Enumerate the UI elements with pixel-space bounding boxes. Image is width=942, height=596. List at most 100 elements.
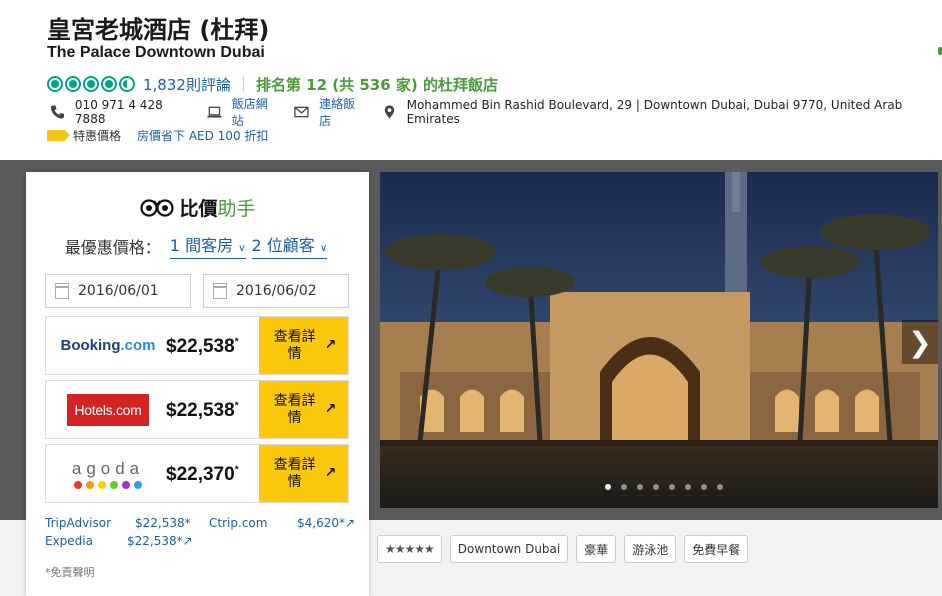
view-deal-button[interactable]: 查看詳情 ↗ — [259, 445, 348, 502]
view-deal-label: 查看詳情 — [273, 328, 316, 362]
website-item[interactable]: 飯店網站 — [207, 95, 276, 129]
contact-item[interactable]: 連絡飯店 — [294, 95, 363, 129]
external-arrow-icon: ↗ — [345, 516, 356, 530]
next-photo-button[interactable]: ❯ — [902, 320, 938, 364]
more-offer-price-value[interactable]: $22,538* — [127, 534, 183, 550]
widget-brand-a: 比價 — [179, 197, 218, 220]
pager-dot[interactable] — [717, 484, 723, 490]
guests-value: 2 位顧客 — [251, 236, 315, 255]
rating-bubble-icon — [47, 76, 63, 92]
star-rating-icon: ★★★★★ — [385, 542, 435, 556]
disclaimer-link[interactable]: *免責聲明 — [45, 564, 95, 580]
view-deal-button[interactable]: 查看詳情 ↗ — [259, 317, 348, 374]
best-price-row: 最優惠價格： 1 間客房 ∨ 2 位顧客 ∨ — [26, 232, 369, 259]
checkin-date-field[interactable]: 2016/06/01 — [45, 274, 191, 308]
hotels-logo: Hotels.com — [58, 391, 158, 428]
ranking-link[interactable]: 排名第 12 (共 536 家) 的杜拜飯店 — [256, 74, 498, 95]
hotel-name-en: The Palace Downtown Dubai — [47, 44, 265, 61]
view-deal-label: 查看詳情 — [273, 392, 316, 426]
contact-link[interactable]: 連絡飯店 — [319, 95, 364, 129]
more-offer-price[interactable]: $4,620* ↗ — [297, 516, 355, 532]
map-pin-icon — [384, 105, 394, 119]
checkin-date: 2016/06/01 — [78, 283, 159, 299]
contact-row: 010 971 4 428 7888 飯店網站 連絡飯店 Mohammed Bi… — [50, 97, 942, 128]
deal-label: 特惠價格 — [73, 128, 122, 143]
more-offer-price[interactable]: $22,538* — [135, 516, 191, 532]
hotel-name-zh: 皇宮老城酒店 (杜拜) — [47, 16, 270, 44]
pager-dot[interactable] — [653, 484, 659, 490]
agoda-dots — [72, 480, 144, 489]
address-text: Mohammed Bin Rashid Boulevard, 29 | Down… — [406, 98, 903, 126]
offer-price-value: $22,538 — [166, 336, 235, 357]
more-offer-provider[interactable]: Ctrip.com — [209, 516, 267, 532]
class-stars-tag[interactable]: ★★★★★ — [377, 535, 442, 563]
booking-logo-text: Booking.com — [60, 337, 156, 354]
pager-dot[interactable] — [669, 484, 675, 490]
photo-pager — [600, 484, 728, 490]
view-deal-button[interactable]: 查看詳情 ↗ — [259, 381, 348, 438]
offer-price-value: $22,370 — [166, 464, 235, 485]
tag-pool[interactable]: 游泳池 — [624, 535, 677, 563]
offer-row[interactable]: agoda $22,370* 查看詳情 ↗ — [45, 444, 349, 503]
external-arrow-icon: ↗ — [182, 534, 193, 548]
checkout-date: 2016/06/02 — [236, 283, 317, 299]
calendar-icon — [213, 283, 227, 299]
guests-select[interactable]: 2 位顧客 ∨ — [251, 232, 328, 259]
hotel-photo-image — [380, 172, 938, 508]
rating-bubble-icon — [83, 76, 99, 92]
pager-dot[interactable] — [637, 484, 643, 490]
offer-row[interactable]: Hotels.com $22,538* 查看詳情 ↗ — [45, 380, 349, 439]
checkout-date-field[interactable]: 2016/06/02 — [203, 274, 349, 308]
price-compare-widget: 比價 助手 最優惠價格： 1 間客房 ∨ 2 位顧客 ∨ 2016/06/01 … — [26, 172, 369, 596]
external-arrow-icon: ↗ — [324, 465, 337, 481]
tag-neighborhood[interactable]: Downtown Dubai — [449, 535, 569, 563]
widget-header: 比價 助手 — [26, 194, 369, 220]
offer-price-value: $22,538 — [166, 400, 235, 421]
amenity-tags: ★★★★★ Downtown Dubai 豪華 游泳池 免費早餐 — [377, 535, 756, 563]
deal-link[interactable]: 房價省下 AED 100 折扣 — [137, 127, 268, 144]
rating-bubble-icon — [65, 76, 81, 92]
tag-breakfast[interactable]: 免費早餐 — [684, 535, 749, 563]
offer-price: $22,538* — [166, 336, 239, 357]
offer-price: $22,370* — [166, 464, 239, 485]
pager-dot[interactable] — [621, 484, 627, 490]
external-arrow-icon: ↗ — [324, 337, 337, 353]
pager-dot[interactable] — [685, 484, 691, 490]
laptop-icon — [207, 106, 222, 118]
more-offer-provider[interactable]: TripAdvisor — [45, 516, 111, 532]
more-offer-price-value[interactable]: $4,620* — [297, 516, 345, 532]
address-item: Mohammed Bin Rashid Boulevard, 29 | Down… — [382, 98, 924, 126]
tag-luxury[interactable]: 豪華 — [576, 535, 617, 563]
hotel-photo[interactable] — [380, 172, 938, 508]
more-offer-price[interactable]: $22,538* ↗ — [127, 534, 193, 550]
calendar-icon — [55, 283, 69, 299]
pager-dot[interactable] — [605, 484, 611, 490]
more-offer-provider[interactable]: Expedia — [45, 534, 93, 550]
phone-icon — [50, 105, 64, 119]
rooms-select[interactable]: 1 間客房 ∨ — [169, 232, 246, 259]
pager-dot[interactable] — [701, 484, 707, 490]
phone-number: 010 971 4 428 7888 — [74, 98, 163, 126]
offer-row[interactable]: Booking.com $22,538* 查看詳情 ↗ — [45, 316, 349, 375]
phone-item[interactable]: 010 971 4 428 7888 — [50, 98, 189, 126]
rating-bubble-icon — [101, 76, 117, 92]
owl-logo-icon — [140, 199, 175, 217]
chevron-right-icon: ❯ — [908, 325, 932, 359]
hotels-logo-text: Hotels.com — [67, 393, 149, 426]
website-link[interactable]: 飯店網站 — [232, 95, 277, 129]
more-offer-item[interactable]: Expedia — [45, 534, 93, 550]
more-offer-price-value[interactable]: $22,538* — [135, 516, 191, 532]
widget-brand-b: 助手 — [217, 197, 256, 220]
deal-tag-icon — [47, 129, 70, 141]
rating-bubble-half-icon — [119, 76, 135, 92]
more-offer-item[interactable]: Ctrip.com — [209, 516, 267, 532]
more-offer-item[interactable]: TripAdvisor — [45, 516, 111, 532]
booking-logo: Booking.com — [58, 327, 158, 364]
agoda-logo-text: agoda — [71, 458, 145, 478]
rooms-value: 1 間客房 — [169, 236, 234, 255]
divider — [242, 76, 244, 92]
envelope-icon — [294, 106, 309, 118]
reviews-link[interactable]: 1,832則評論 — [143, 74, 231, 95]
edge-indicator — [938, 47, 942, 55]
chevron-down-icon: ∨ — [238, 243, 246, 254]
